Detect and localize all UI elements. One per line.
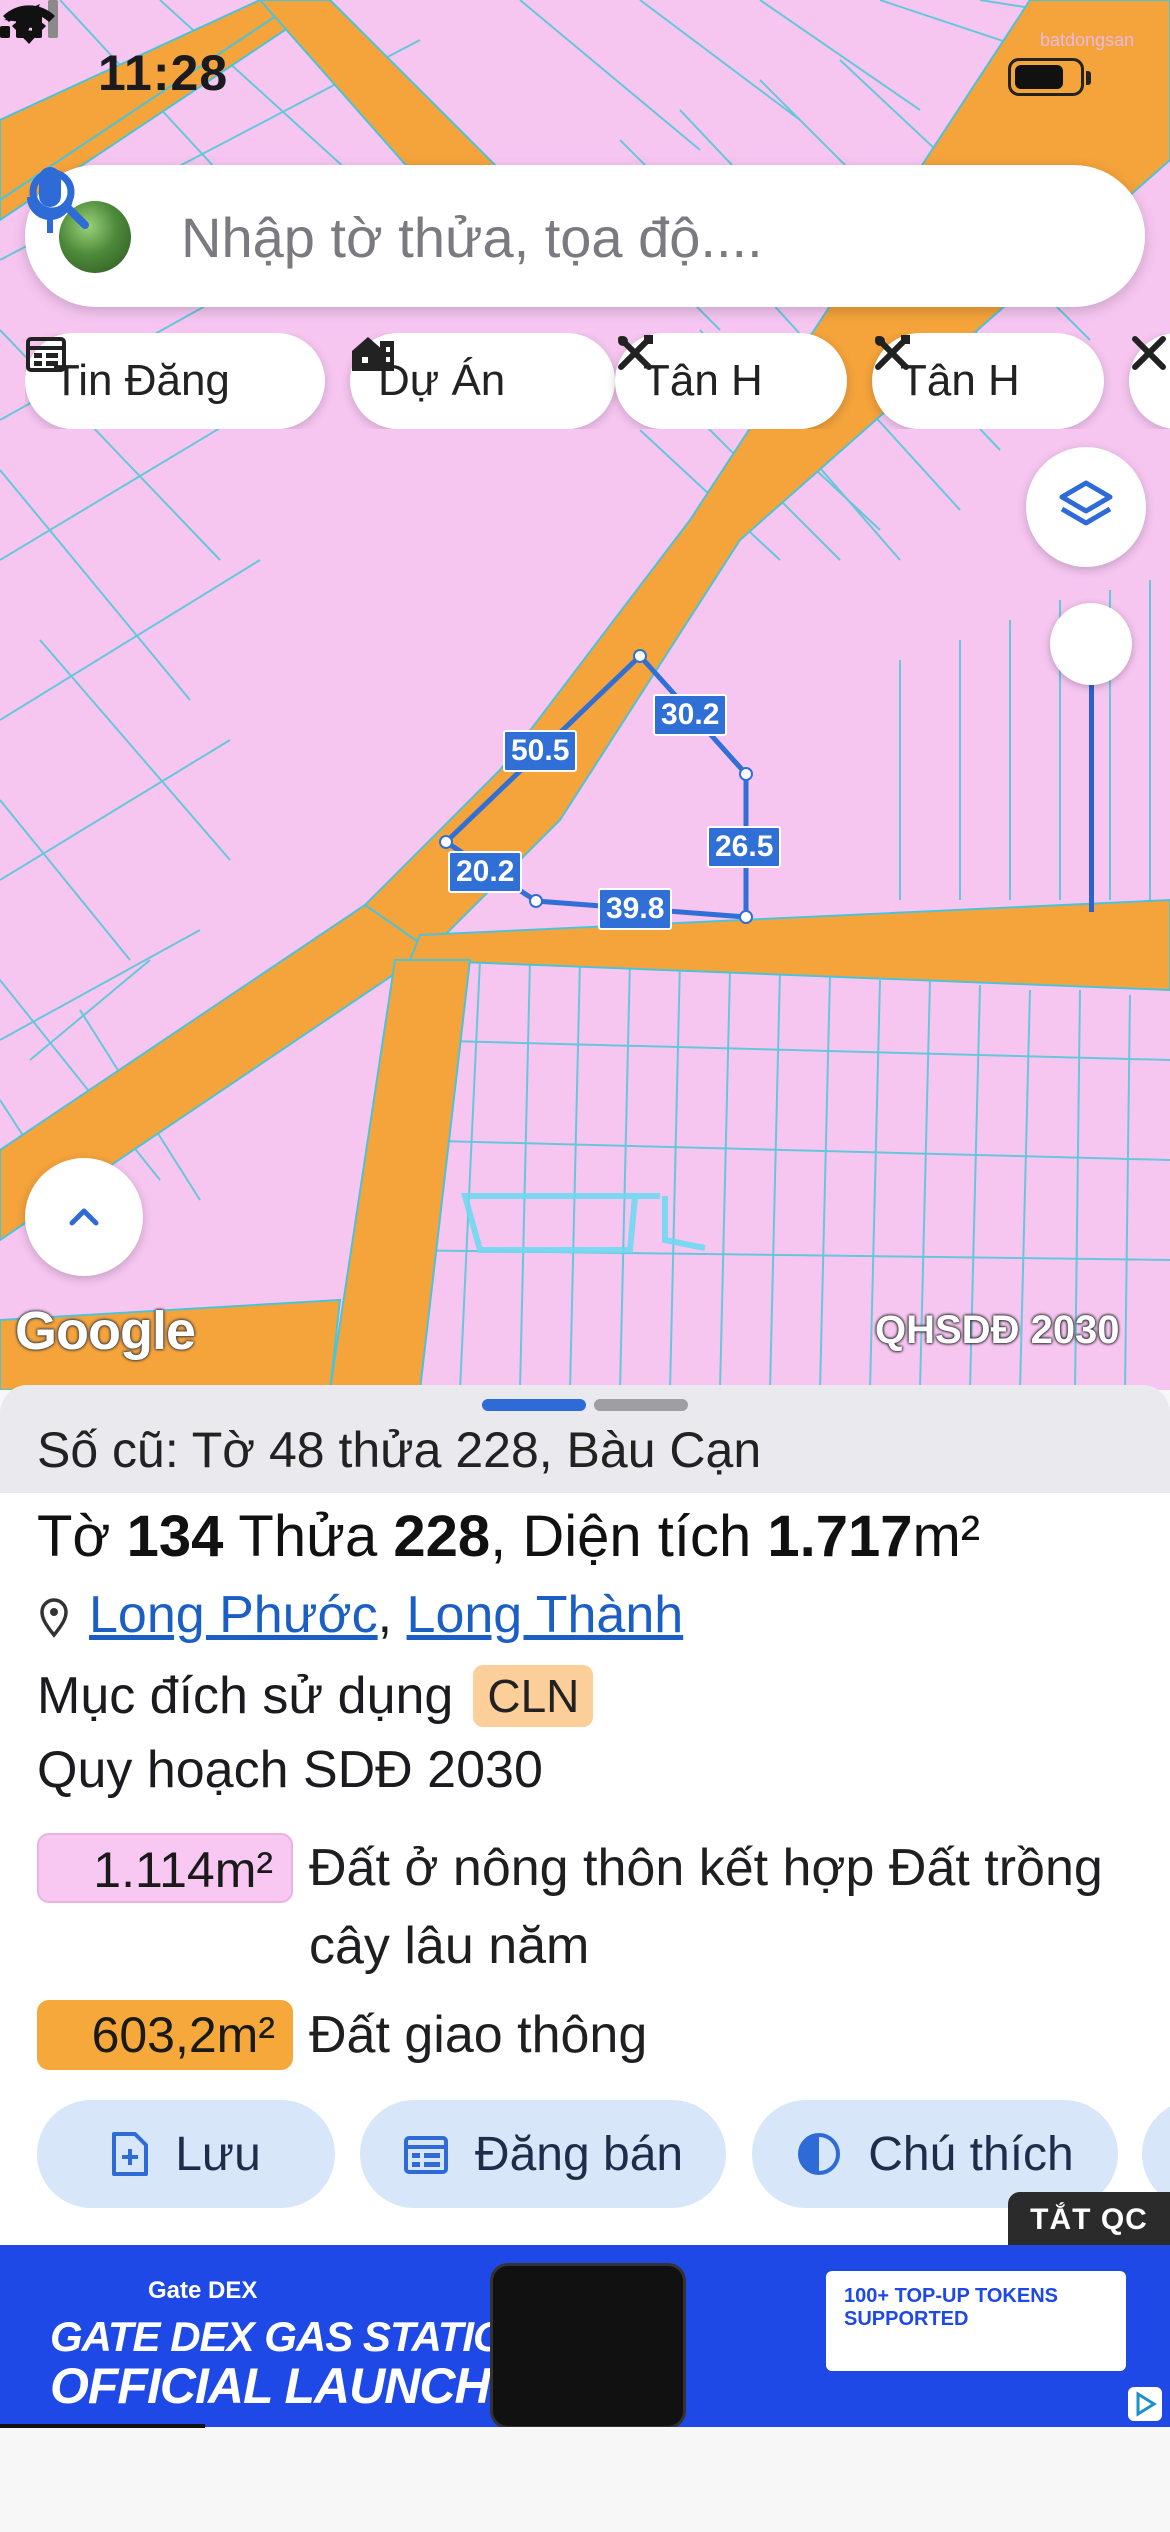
land-use-purpose: Mục đích sử dụng CLN [37, 1665, 594, 1727]
dimension-label: 20.2 [448, 851, 523, 893]
purpose-label: Mục đích sử dụng [37, 1667, 454, 1725]
calendar-list-icon [403, 2136, 448, 2174]
crossed-tools-icon [618, 335, 653, 370]
plan-layer-label: QHSDĐ 2030 [875, 1308, 1120, 1352]
post-sale-label: Đăng bán [474, 2127, 684, 2181]
dimension-label: 39.8 [598, 888, 673, 930]
expand-up-button[interactable] [25, 1158, 143, 1276]
status-bar: 11:28 batdongsan [0, 0, 1170, 150]
plan-item: 1.114m² Đất ở nông thôn kết hợp Đất trồn… [37, 1833, 1109, 1985]
layers-icon [1059, 480, 1113, 526]
post-sale-button[interactable]: Đăng bán [360, 2100, 726, 2208]
divider [0, 2424, 205, 2428]
crossed-tools-icon [1132, 336, 1166, 370]
contrast-icon [798, 2133, 841, 2175]
search-input[interactable]: Nhập tờ thửa, tọa độ.... [181, 205, 763, 270]
ad-headline: GATE DEX GAS STATION [50, 2313, 535, 2360]
parcel-title: Tờ 134 Thửa 228, Diện tích 1.717m² [37, 1504, 981, 1569]
ward-link[interactable]: Long Phước [89, 1586, 378, 1644]
opacity-slider-handle[interactable] [1050, 603, 1132, 685]
battery-icon [1008, 58, 1091, 96]
plan-area-description: Đất giao thông [309, 2006, 648, 2064]
dimension-label: 50.5 [503, 730, 578, 772]
ad-info-icon[interactable] [1128, 2387, 1162, 2421]
plan-item: 603,2m² Đất giao thông [37, 2000, 1109, 2074]
ad-brand: Gate DEX [148, 2277, 258, 2304]
wifi-icon [3, 5, 55, 44]
chip-label: Tân H [900, 356, 1020, 405]
save-button[interactable]: Lưu [37, 2100, 335, 2208]
ad-headline: OFFICIAL LAUNCH [50, 2358, 491, 2414]
location-row: Long Phước, Long Thành [37, 1585, 683, 1645]
add-file-icon [112, 2132, 149, 2176]
sheet-handle-active[interactable] [482, 1399, 586, 1411]
land-use-code-badge: CLN [473, 1665, 594, 1727]
chip-label: Tin Đăng [53, 356, 230, 405]
map-pin-icon [40, 1598, 68, 1639]
close-ad-button[interactable]: TẮT QC [1008, 2192, 1170, 2248]
plan-title: Quy hoạch SDĐ 2030 [37, 1741, 543, 1799]
location-separator: , [377, 1586, 407, 1644]
calendar-icon [26, 337, 66, 372]
old-info-bar: Số cũ: Tờ 48 thửa 228, Bàu Cạn [0, 1385, 1170, 1493]
ad-phone-image [490, 2263, 686, 2427]
old-parcel-info: Số cũ: Tờ 48 thửa 228, Bàu Cạn [37, 1422, 762, 1478]
chip-more[interactable] [1129, 333, 1170, 429]
plan-area-badge: 603,2m² [37, 2000, 293, 2070]
chip-tan-h-2[interactable]: Tân H [872, 333, 1104, 429]
legend-label: Chú thích [868, 2127, 1074, 2181]
plan-area-description: Đất ở nông thôn kết hợp Đất trồng cây lâ… [309, 1839, 1103, 1975]
chip-tan-h-1[interactable]: Tân H [615, 333, 847, 429]
crossed-tools-icon [875, 335, 910, 370]
plan-area-badge: 1.114m² [37, 1833, 293, 1903]
chip-label: Dự Án [378, 356, 506, 405]
district-link[interactable]: Long Thành [407, 1586, 684, 1644]
sheet-handle[interactable] [594, 1399, 688, 1411]
google-logo: Google [15, 1301, 196, 1361]
chip-label: Tân H [643, 356, 763, 405]
ad-card-title: 100+ TOP-UP TOKENS SUPPORTED [844, 2285, 1058, 2330]
ad-banner[interactable]: Gate DEX GATE DEX GAS STATION OFFICIAL L… [0, 2245, 1170, 2427]
dimension-label: 26.5 [707, 826, 782, 868]
layers-button[interactable] [1026, 447, 1146, 567]
chip-du-an[interactable]: Dự Án [350, 333, 615, 429]
action-buttons: Lưu Đăng bán Chú thích [0, 2100, 1170, 2210]
ad-card: 100+ TOP-UP TOKENS SUPPORTED [826, 2271, 1126, 2371]
save-label: Lưu [175, 2127, 261, 2181]
microphone-icon[interactable] [25, 165, 75, 237]
building-icon [352, 337, 394, 371]
filter-chips: Tin Đăng Dự Án Tân H Tân H [25, 333, 1170, 429]
map-view[interactable]: 50.5 30.2 26.5 39.8 20.2 11:28 batdongsa… [0, 0, 1170, 1390]
search-bar[interactable]: Nhập tờ thửa, tọa độ.... [25, 165, 1145, 307]
dimension-label: 30.2 [653, 694, 728, 736]
chevron-up-icon [69, 1208, 99, 1226]
parcel-info-sheet: Số cũ: Tờ 48 thửa 228, Bàu Cạn Tờ 134 Th… [0, 1385, 1170, 2245]
watermark-text: batdongsan [1040, 30, 1135, 50]
status-time: 11:28 [98, 45, 229, 101]
chip-tin-dang[interactable]: Tin Đăng [25, 333, 325, 429]
